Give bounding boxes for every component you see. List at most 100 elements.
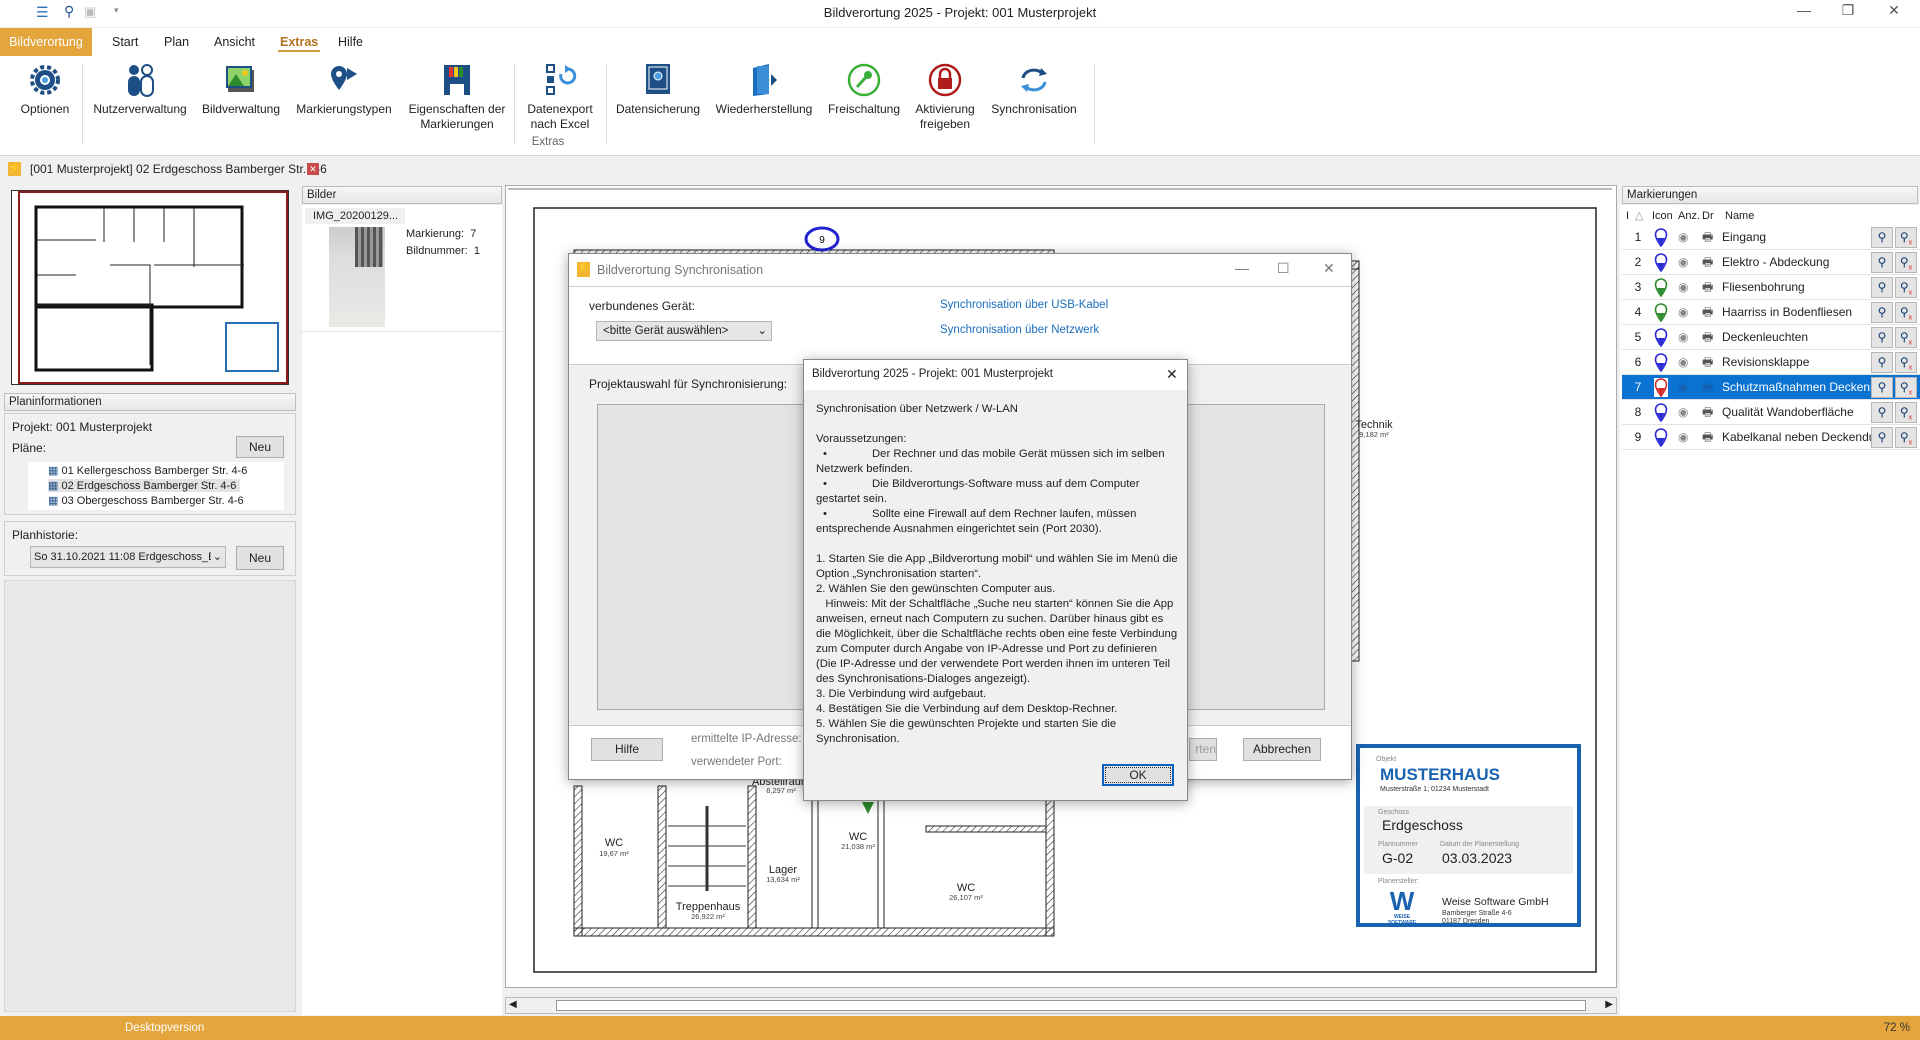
close-icon[interactable]: ✕ <box>1323 260 1335 277</box>
image-thumbnail[interactable] <box>329 227 385 327</box>
version-label: Desktopversion <box>125 1022 205 1034</box>
minimize-icon[interactable]: — <box>1235 260 1249 276</box>
printer-icon[interactable]: 🖶 <box>1702 250 1713 275</box>
tab-hilfe[interactable]: Hilfe <box>326 28 375 56</box>
visibility-eye-icon[interactable]: ◉ <box>1678 225 1688 250</box>
printer-icon[interactable]: 🖶 <box>1702 400 1713 425</box>
edit-marker-icon[interactable]: ⚲ <box>1871 352 1893 373</box>
marker-row[interactable]: 9 ◉ 🖶 Kabelkanal neben Deckendurc ⚲ ⚲x <box>1622 425 1920 450</box>
datensicherung-button[interactable]: Datensicherung <box>612 62 704 117</box>
minimize-icon[interactable]: — <box>1784 2 1824 24</box>
printer-icon[interactable]: 🖶 <box>1702 300 1713 325</box>
datenexport-button[interactable]: Datenexport nach Excel <box>520 62 600 132</box>
delete-marker-icon[interactable]: ⚲x <box>1895 427 1917 448</box>
marker-row[interactable]: 2 ◉ 🖶 Elektro - Abdeckung ⚲ ⚲x <box>1622 250 1920 275</box>
maximize-icon[interactable]: ☐ <box>1277 260 1290 277</box>
edit-marker-icon[interactable]: ⚲ <box>1871 252 1893 273</box>
network-sync-link[interactable]: Synchronisation über Netzwerk <box>940 324 1099 336</box>
visibility-eye-icon[interactable]: ◉ <box>1678 325 1688 350</box>
marker-row[interactable]: 1 ◉ 🖶 Eingang ⚲ ⚲x <box>1622 225 1920 250</box>
freischaltung-button[interactable]: Freischaltung <box>824 62 904 117</box>
restore-book-icon <box>753 64 777 96</box>
edit-marker-icon[interactable]: ⚲ <box>1871 427 1893 448</box>
scroll-left-icon[interactable]: ◀ <box>509 999 517 1010</box>
edit-marker-icon[interactable]: ⚲ <box>1871 377 1893 398</box>
edit-marker-icon[interactable]: ⚲ <box>1871 277 1893 298</box>
printer-icon[interactable]: 🖶 <box>1702 225 1713 250</box>
marker-id: 5 <box>1634 330 1642 344</box>
marker-row[interactable]: 7 ◉ 🖶 Schutzmaßnahmen Deckenins ⚲ ⚲x <box>1622 375 1920 400</box>
port-label: verwendeter Port: <box>691 756 782 768</box>
marker-pin-green[interactable] <box>862 802 874 814</box>
new-history-button[interactable]: Neu <box>236 546 284 570</box>
marker-row[interactable]: 5 ◉ 🖶 Deckenleuchten ⚲ ⚲x <box>1622 325 1920 350</box>
document-tab[interactable]: ⚡ [001 Musterprojekt] 02 Erdgeschoss Bam… <box>0 159 330 179</box>
delete-marker-icon[interactable]: ⚲x <box>1895 227 1917 248</box>
edit-marker-icon[interactable]: ⚲ <box>1871 327 1893 348</box>
plan-thumbnail[interactable] <box>11 190 289 385</box>
marker-row[interactable]: 6 ◉ 🖶 Revisionsklappe ⚲ ⚲x <box>1622 350 1920 375</box>
close-tab-icon[interactable]: ✕ <box>307 163 319 175</box>
markierungstypen-button[interactable]: Markierungstypen <box>294 62 394 117</box>
close-icon[interactable]: ✕ <box>1874 2 1914 24</box>
marker-row[interactable]: 8 ◉ 🖶 Qualität Wandoberfläche ⚲ ⚲x <box>1622 400 1920 425</box>
scrollbar-thumb[interactable] <box>556 1000 1586 1011</box>
wiederherstellung-button[interactable]: Wiederherstellung <box>712 62 816 117</box>
marker-pin-icon <box>1654 378 1668 397</box>
edit-marker-icon[interactable]: ⚲ <box>1871 302 1893 323</box>
marker-row[interactable]: 4 ◉ 🖶 Haarriss in Bodenfliesen ⚲ ⚲x <box>1622 300 1920 325</box>
delete-marker-icon[interactable]: ⚲x <box>1895 352 1917 373</box>
restore-icon[interactable]: ❐ <box>1828 2 1868 24</box>
printer-icon[interactable]: 🖶 <box>1702 275 1713 300</box>
sort-asc-icon[interactable]: △ <box>1635 207 1643 225</box>
prerequisites-label: Voraussetzungen: <box>816 433 907 445</box>
visibility-eye-icon[interactable]: ◉ <box>1678 300 1688 325</box>
safe-icon <box>646 64 670 94</box>
help-button[interactable]: Hilfe <box>591 738 663 761</box>
ok-button[interactable]: OK <box>1102 764 1174 786</box>
aktivierung-freigeben-button[interactable]: Aktivierung freigeben <box>910 62 980 132</box>
nutzerverwaltung-button[interactable]: Nutzerverwaltung <box>90 62 190 117</box>
usb-sync-link[interactable]: Synchronisation über USB-Kabel <box>940 299 1108 311</box>
new-plan-button[interactable]: Neu <box>236 436 284 458</box>
bildverwaltung-button[interactable]: Bildverwaltung <box>198 62 284 117</box>
delete-marker-icon[interactable]: ⚲x <box>1895 252 1917 273</box>
marker-pin-9[interactable]: 9 <box>804 226 840 252</box>
synchronisation-button[interactable]: Synchronisation <box>988 62 1080 117</box>
horizontal-scrollbar[interactable]: ◀ ▶ <box>505 997 1617 1014</box>
edit-marker-icon[interactable]: ⚲ <box>1871 227 1893 248</box>
optionen-button[interactable]: Optionen <box>14 62 76 117</box>
delete-marker-icon[interactable]: ⚲x <box>1895 402 1917 423</box>
tab-ansicht[interactable]: Ansicht <box>202 28 267 56</box>
visibility-eye-icon[interactable]: ◉ <box>1678 375 1688 400</box>
delete-marker-icon[interactable]: ⚲x <box>1895 377 1917 398</box>
planhistory-select[interactable]: So 31.10.2021 11:08 Erdgeschoss_E ⌄ <box>30 546 226 568</box>
tree-item-plan-03[interactable]: ▦ 03 Obergeschoss Bamberger Str. 4-6 <box>48 494 244 507</box>
visibility-eye-icon[interactable]: ◉ <box>1678 425 1688 450</box>
tab-plan[interactable]: Plan <box>152 28 201 56</box>
tree-item-plan-02[interactable]: ▦ 02 Erdgeschoss Bamberger Str. 4-6 <box>48 479 241 492</box>
tab-extras[interactable]: Extras <box>268 28 330 56</box>
visibility-eye-icon[interactable]: ◉ <box>1678 275 1688 300</box>
visibility-eye-icon[interactable]: ◉ <box>1678 400 1688 425</box>
delete-marker-icon[interactable]: ⚲x <box>1895 327 1917 348</box>
printer-icon[interactable]: 🖶 <box>1702 325 1713 350</box>
printer-icon[interactable]: 🖶 <box>1702 425 1713 450</box>
eigenschaften-button[interactable]: Eigenschaften der Markierungen <box>406 62 508 132</box>
device-select[interactable]: <bitte Gerät auswählen> ⌄ <box>596 321 772 341</box>
marker-row[interactable]: 3 ◉ 🖶 Fliesenbohrung ⚲ ⚲x <box>1622 275 1920 300</box>
edit-marker-icon[interactable]: ⚲ <box>1871 402 1893 423</box>
tab-bildverortung[interactable]: Bildverortung <box>0 28 92 56</box>
tab-start[interactable]: Start <box>100 28 150 56</box>
printer-icon[interactable]: 🖶 <box>1702 375 1713 400</box>
visibility-eye-icon[interactable]: ◉ <box>1678 250 1688 275</box>
start-sync-button[interactable]: rten <box>1189 738 1217 761</box>
visibility-eye-icon[interactable]: ◉ <box>1678 350 1688 375</box>
delete-marker-icon[interactable]: ⚲x <box>1895 302 1917 323</box>
cancel-button[interactable]: Abbrechen <box>1243 738 1321 761</box>
delete-marker-icon[interactable]: ⚲x <box>1895 277 1917 298</box>
close-icon[interactable]: ✕ <box>1166 366 1178 383</box>
scroll-right-icon[interactable]: ▶ <box>1605 999 1613 1010</box>
printer-icon[interactable]: 🖶 <box>1702 350 1713 375</box>
tree-item-plan-01[interactable]: ▦ 01 Kellergeschoss Bamberger Str. 4-6 <box>48 464 247 477</box>
